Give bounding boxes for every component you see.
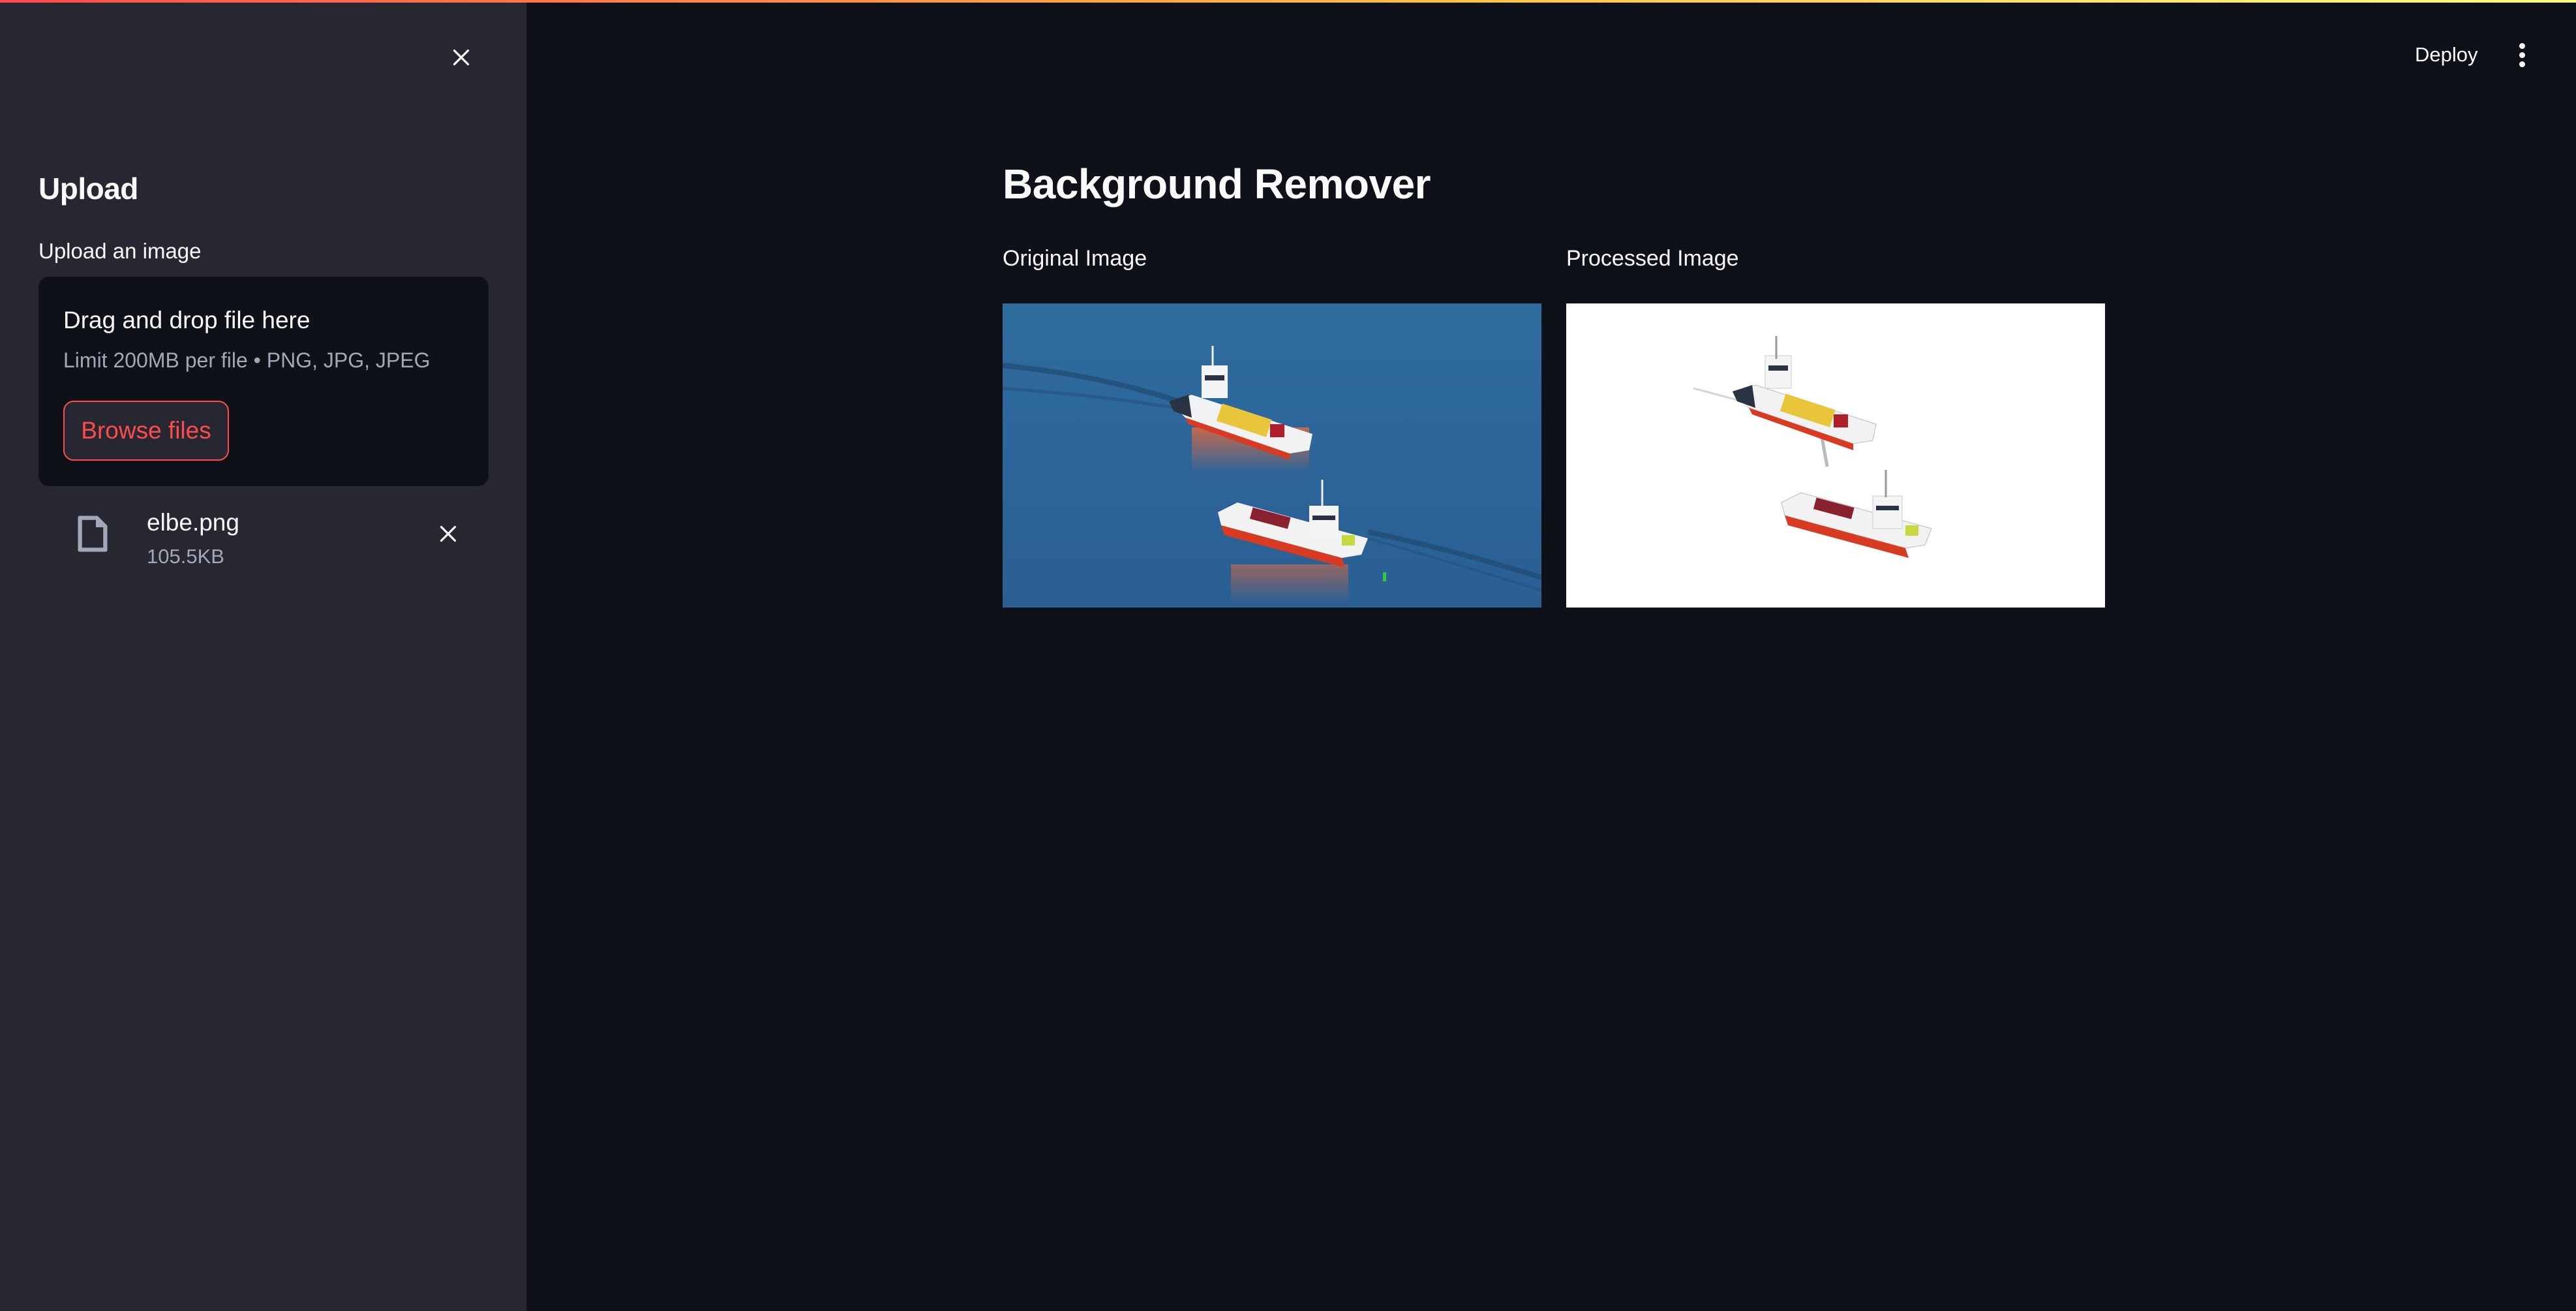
- close-icon: [440, 525, 457, 542]
- processed-image: [1566, 303, 2105, 608]
- file-icon: [78, 516, 108, 552]
- uploaded-file-size: 105.5KB: [147, 545, 224, 568]
- sidebar-heading: Upload: [38, 172, 138, 206]
- uploaded-file-item: elbe.png 105.5KB: [38, 509, 489, 572]
- kebab-menu-icon: [2519, 42, 2525, 49]
- dropzone-title: Drag and drop file here: [63, 307, 311, 333]
- kebab-menu-icon: [2519, 52, 2525, 58]
- file-dropzone[interactable]: Drag and drop file here Limit 200MB per …: [38, 277, 489, 486]
- browse-files-button[interactable]: Browse files: [63, 401, 229, 461]
- page-title: Background Remover: [1003, 161, 1431, 208]
- dropzone-limits: Limit 200MB per file • PNG, JPG, JPEG: [63, 348, 431, 372]
- original-image-column: Original Image: [1003, 241, 1541, 608]
- deploy-button[interactable]: Deploy: [2407, 39, 2486, 70]
- original-image: [1003, 303, 1541, 608]
- uploader-label: Upload an image: [38, 239, 202, 263]
- close-icon: [453, 49, 470, 66]
- header-decoration-bar: [0, 0, 2576, 3]
- kebab-menu-icon: [2519, 61, 2525, 67]
- sidebar-close-button[interactable]: [449, 46, 473, 69]
- remove-file-button[interactable]: [436, 522, 460, 546]
- sidebar: Upload Upload an image Drag and drop fil…: [0, 0, 526, 1311]
- original-image-caption: Original Image: [1003, 246, 1147, 271]
- processed-image-column: Processed Image: [1566, 241, 2105, 608]
- main-menu-button[interactable]: [2509, 39, 2535, 70]
- uploaded-file-name: elbe.png: [147, 509, 239, 536]
- processed-image-caption: Processed Image: [1566, 246, 1739, 271]
